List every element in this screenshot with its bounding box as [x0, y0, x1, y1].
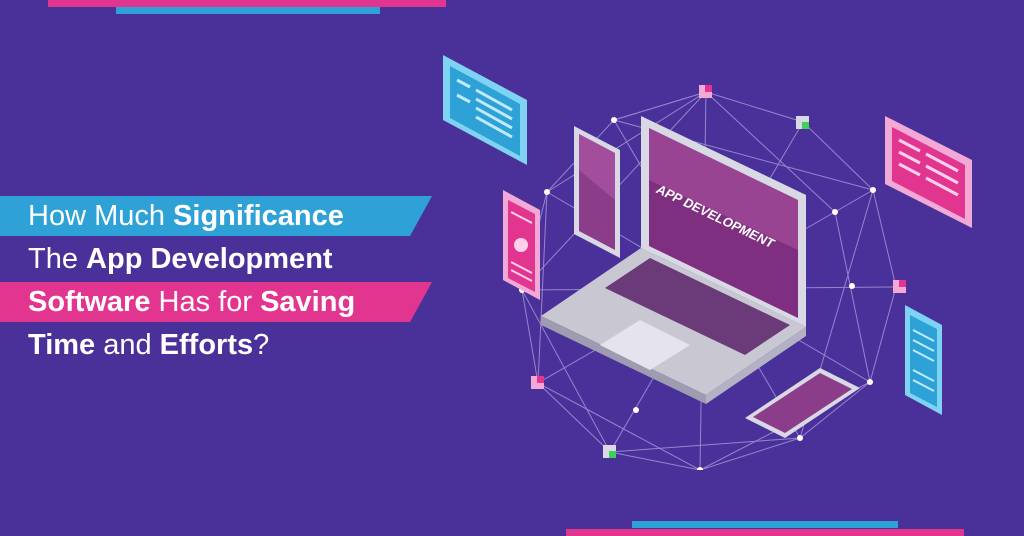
headline-text: How Much [28, 200, 174, 232]
headline-line-1: How Much Significance [0, 196, 460, 236]
bottom-pink-bar [566, 529, 964, 536]
app-development-illustration: APP DEVELOPMENT [443, 55, 972, 470]
bottom-blue-bar [632, 521, 898, 528]
headline: How Much Significance The App Developmen… [0, 196, 460, 368]
headline-line-3: Software Has for Saving [0, 282, 460, 322]
web-card-icon [885, 116, 972, 228]
headline-text-bold: Efforts [159, 329, 254, 361]
top-blue-bar [116, 7, 380, 14]
headline-text: ? [253, 329, 270, 361]
web-card-icon [443, 55, 527, 165]
headline-text: and [95, 329, 160, 361]
headline-line-2: The App Development [0, 239, 460, 279]
headline-text-bold: Significance [173, 200, 344, 232]
mobile-card-icon [503, 190, 540, 300]
headline-text-bold: Software [28, 286, 151, 318]
headline-text-bold: Saving [260, 286, 356, 318]
top-pink-bar [48, 0, 446, 7]
headline-line-4: Time and Efforts? [0, 325, 460, 365]
headline-text-bold: App Development [86, 243, 333, 275]
tablet-icon [574, 126, 620, 258]
headline-text-bold: Time [28, 329, 96, 361]
headline-text: The [28, 243, 87, 275]
headline-text: Has for [150, 286, 261, 318]
mobile-card-icon [905, 305, 942, 415]
smartphone-icon [745, 368, 860, 438]
